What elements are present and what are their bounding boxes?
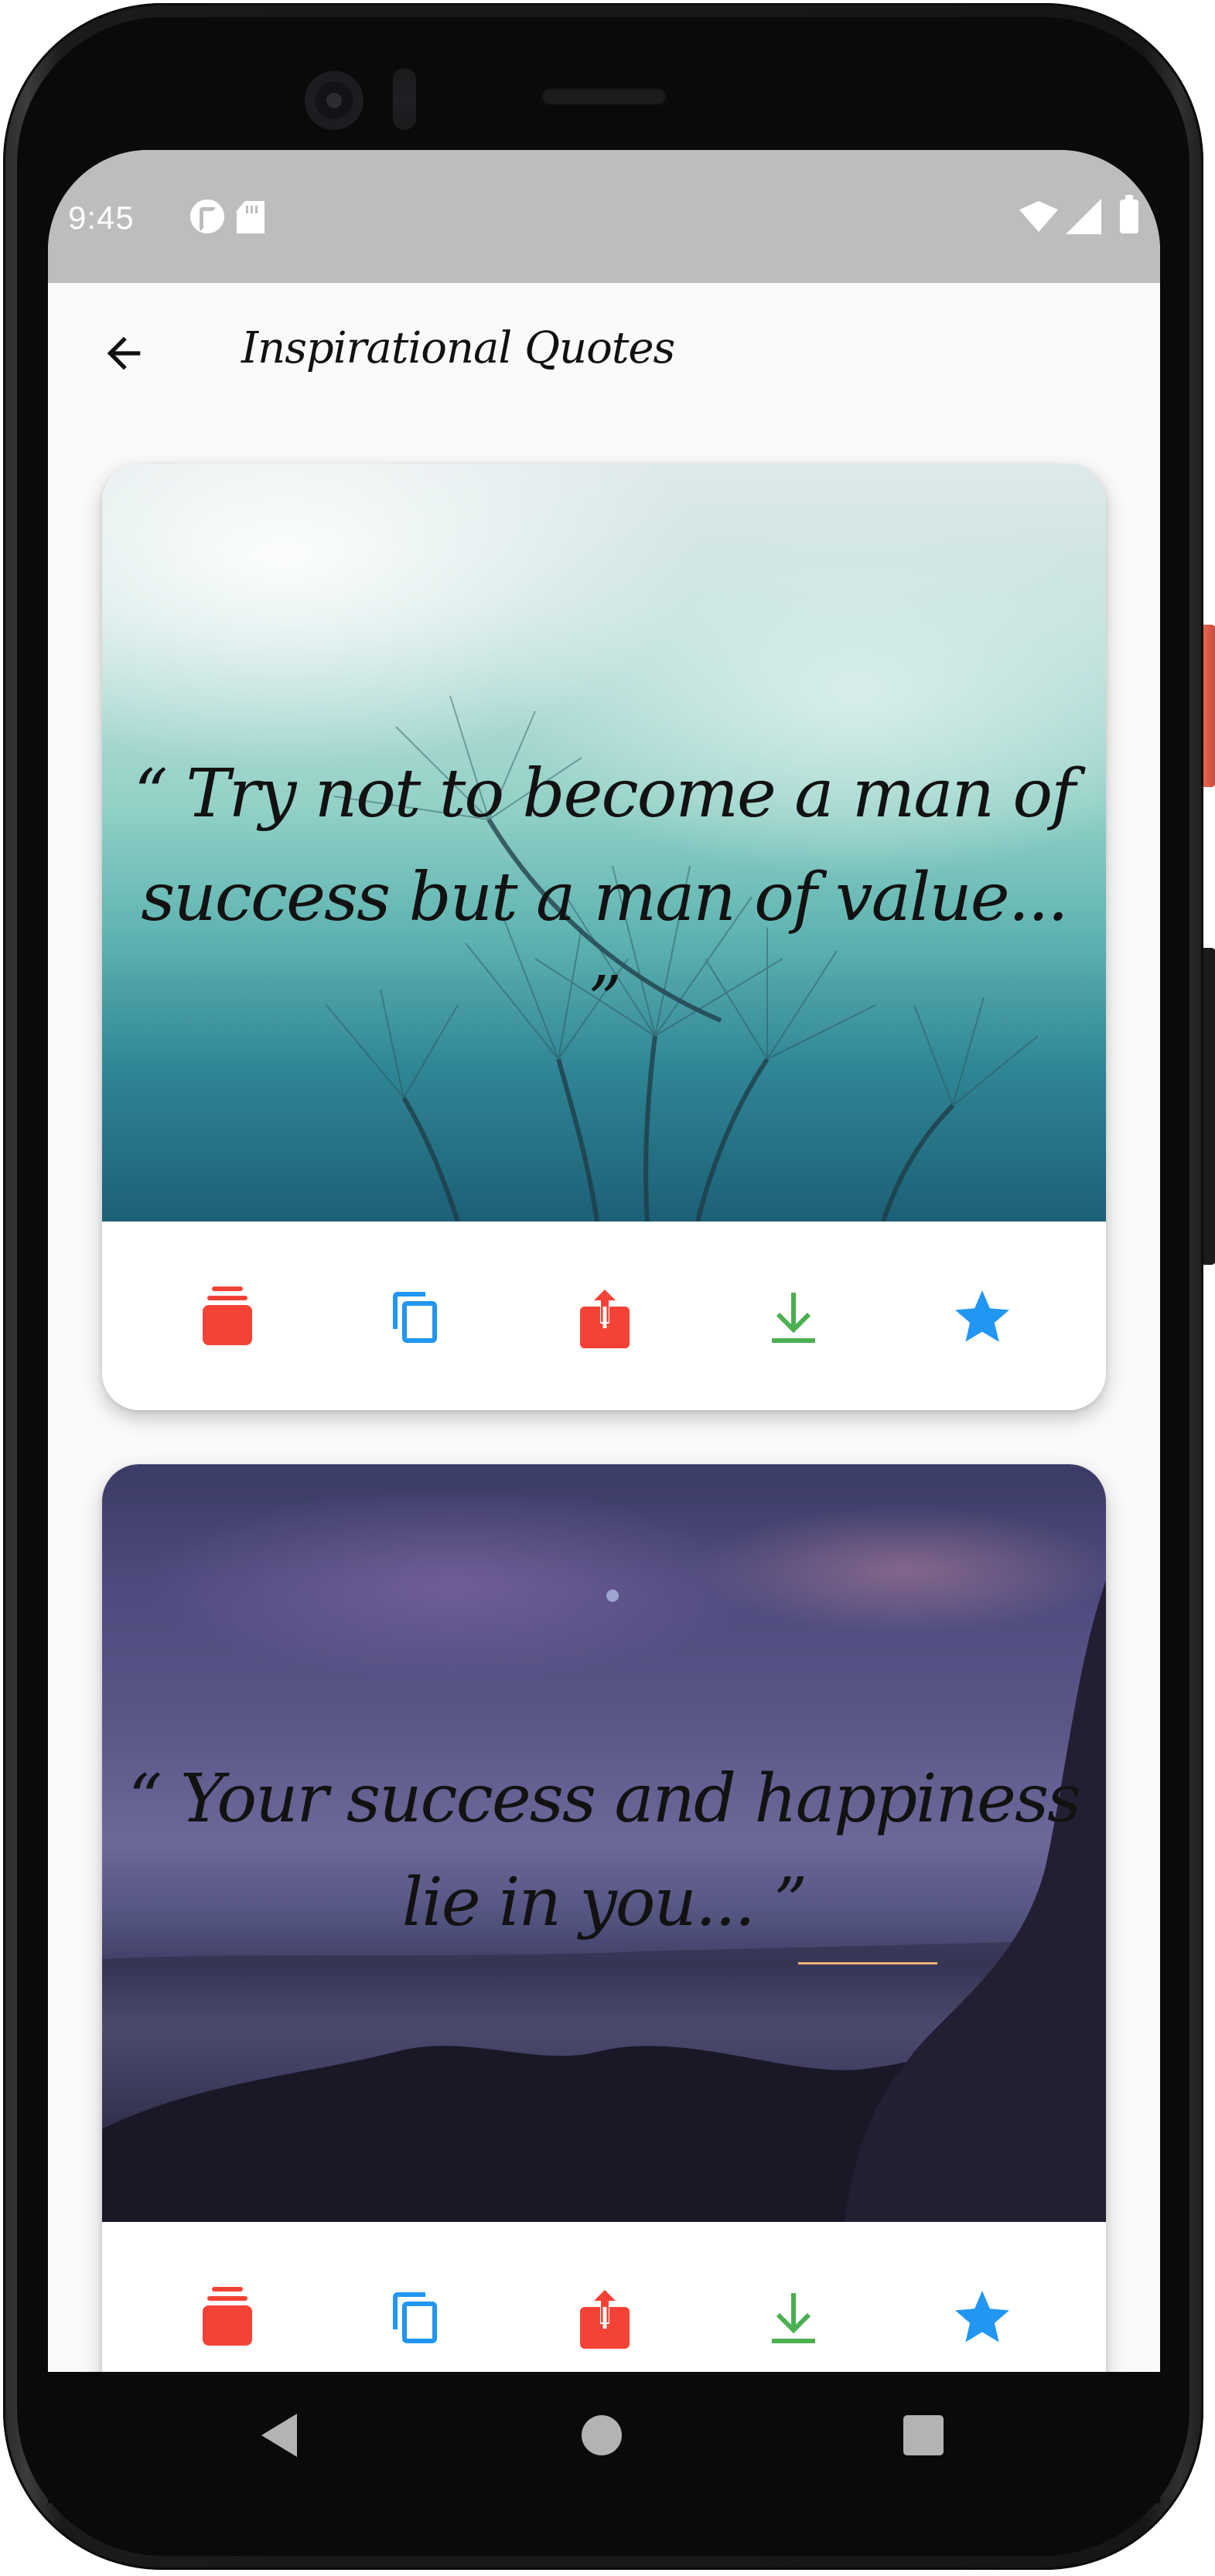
copy-button[interactable] bbox=[384, 1285, 449, 1350]
app-notification-icon bbox=[190, 199, 224, 233]
device-frame: 9:45 Inspirational Quotes “ Try not to b… bbox=[0, 0, 1215, 2576]
layers-button[interactable] bbox=[195, 1285, 260, 1350]
star-icon bbox=[955, 1290, 1009, 1342]
wifi-icon bbox=[1019, 201, 1058, 232]
status-bar: 9:45 bbox=[48, 150, 1160, 283]
quote-text: “ Try not to become a man of success but… bbox=[134, 755, 1076, 1040]
copy-icon bbox=[393, 2292, 437, 2343]
nav-recents-icon[interactable] bbox=[903, 2415, 944, 2455]
page-title: Inspirational Quotes bbox=[241, 323, 675, 373]
download-icon bbox=[772, 1293, 815, 1343]
nav-back-icon[interactable] bbox=[261, 2414, 297, 2457]
favorite-button[interactable] bbox=[950, 2285, 1015, 2350]
layers-button[interactable] bbox=[195, 2285, 260, 2350]
signal-icon bbox=[1066, 199, 1101, 234]
download-icon bbox=[772, 2293, 815, 2343]
screen: 9:45 Inspirational Quotes “ Try not to b… bbox=[48, 150, 1160, 2372]
share-button[interactable] bbox=[572, 2285, 637, 2350]
quote-actions bbox=[102, 2222, 1106, 2372]
status-system-icons bbox=[1019, 195, 1138, 235]
quote-actions bbox=[102, 1222, 1106, 1410]
nav-home-icon[interactable] bbox=[582, 2415, 622, 2455]
download-button[interactable] bbox=[761, 1285, 826, 1350]
favorite-button[interactable] bbox=[950, 1285, 1015, 1350]
power-button bbox=[1203, 625, 1215, 787]
quote-background-image: “ Your success and happiness lie in you.… bbox=[102, 1464, 1106, 2222]
quote-card: “ Your success and happiness lie in you.… bbox=[102, 1464, 1106, 2372]
layers-icon bbox=[203, 2287, 252, 2346]
share-button[interactable] bbox=[572, 1285, 637, 1350]
share-icon bbox=[580, 2287, 630, 2349]
layers-icon bbox=[203, 1286, 252, 1345]
share-icon bbox=[580, 1286, 630, 1348]
battery-icon bbox=[1120, 195, 1138, 233]
volume-button bbox=[1203, 948, 1215, 1265]
arrow-back-icon[interactable] bbox=[99, 329, 148, 378]
copy-button[interactable] bbox=[384, 2285, 449, 2350]
status-time: 9:45 bbox=[68, 199, 135, 236]
download-button[interactable] bbox=[761, 2285, 826, 2350]
proximity-sensor bbox=[393, 68, 416, 130]
earpiece-speaker bbox=[541, 88, 667, 105]
copy-icon bbox=[393, 1292, 437, 1343]
star-icon bbox=[955, 2291, 1009, 2343]
quote-card: “ Try not to become a man of success but… bbox=[102, 464, 1106, 1410]
system-nav-bar bbox=[48, 2372, 1160, 2503]
sd-card-icon bbox=[237, 201, 265, 233]
quote-text: “ Your success and happiness lie in you.… bbox=[128, 1760, 1081, 1941]
quote-background-image: “ Try not to become a man of success but… bbox=[102, 464, 1106, 1222]
front-camera bbox=[305, 71, 363, 130]
app-bar: Inspirational Quotes bbox=[48, 283, 1160, 422]
